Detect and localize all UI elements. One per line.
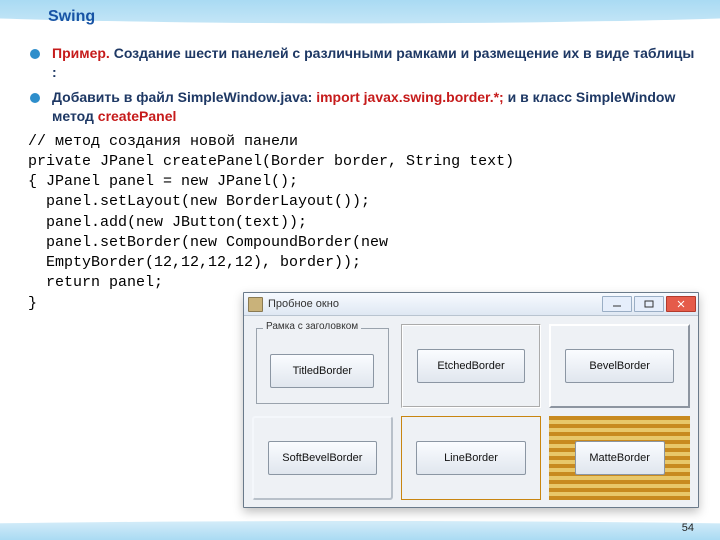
matteborder-button[interactable]: MatteBorder xyxy=(575,441,665,475)
window-client: Рамка с заголовком TitledBorder EtchedBo… xyxy=(244,316,698,508)
lineborder-button[interactable]: LineBorder xyxy=(416,441,526,475)
bullet-1-red: Пример. xyxy=(52,45,110,61)
window-title: Пробное окно xyxy=(268,298,339,310)
titledborder-label: Рамка с заголовком xyxy=(263,321,361,332)
etchedborder-button[interactable]: EtchedBorder xyxy=(417,349,526,383)
sample-window: Пробное окно Рамка с заголовком TitledBo… xyxy=(243,292,699,508)
slide-heading: Swing xyxy=(48,8,95,26)
bullet-1-rest: Создание шести панелей с различными рамк… xyxy=(52,45,694,80)
close-icon xyxy=(676,300,686,308)
bullet-list: Пример. Создание шести панелей с различн… xyxy=(28,44,698,126)
bullet-2: Добавить в файл SimpleWindow.java: impor… xyxy=(28,88,698,126)
maximize-button[interactable] xyxy=(634,296,664,312)
panel-titledborder: Рамка с заголовком TitledBorder xyxy=(256,328,389,404)
close-button[interactable] xyxy=(666,296,696,312)
panel-lineborder: LineBorder xyxy=(401,416,542,500)
panel-softbevelborder: SoftBevelBorder xyxy=(252,416,393,500)
window-titlebar[interactable]: Пробное окно xyxy=(244,293,698,316)
page-number: 54 xyxy=(682,522,694,534)
maximize-icon xyxy=(644,300,654,308)
bevelborder-button[interactable]: BevelBorder xyxy=(565,349,674,383)
bullet-1: Пример. Создание шести панелей с различн… xyxy=(28,44,698,82)
bullet-2-red1: import javax.swing.border.*; xyxy=(316,89,504,105)
minimize-icon xyxy=(612,300,622,308)
titledborder-button[interactable]: TitledBorder xyxy=(270,354,374,388)
slide-content: Пример. Создание шести панелей с различн… xyxy=(28,44,698,314)
panel-matteborder: MatteBorder xyxy=(549,416,690,500)
bullet-2-t1: Добавить в файл SimpleWindow.java: xyxy=(52,89,316,105)
bullet-2-red2: createPanel xyxy=(98,108,177,124)
panel-etchedborder: EtchedBorder xyxy=(401,324,542,408)
softbevelborder-button[interactable]: SoftBevelBorder xyxy=(268,441,377,475)
code-block: // метод создания новой панели private J… xyxy=(28,132,698,314)
java-icon xyxy=(248,297,263,312)
panel-bevelborder: BevelBorder xyxy=(549,324,690,408)
minimize-button[interactable] xyxy=(602,296,632,312)
